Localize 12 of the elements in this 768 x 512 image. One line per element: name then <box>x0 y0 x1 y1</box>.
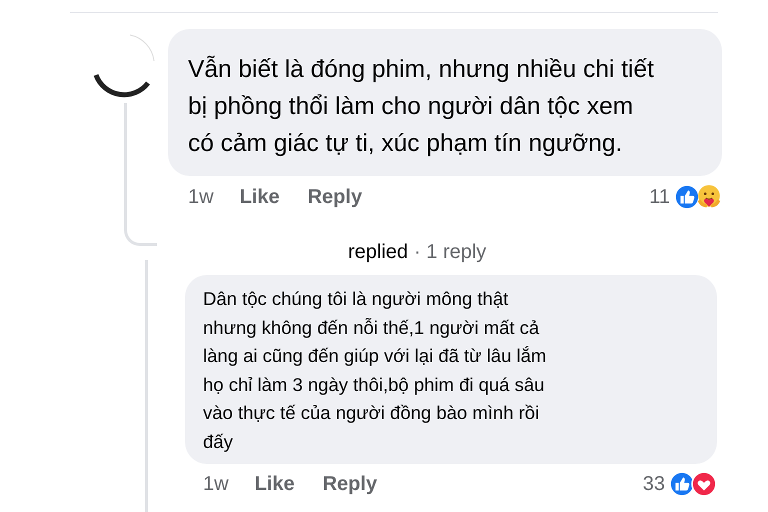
comment-text: Vẫn biết là đóng phim, nhưng nhiều chi tiết bị phồng thổi làm cho người dân tộc xem có cảm giác tự ti, xúc phạm tín ngưỡng. <box>188 54 655 159</box>
timestamp: 1w <box>203 472 229 496</box>
action-link[interactable]: Like <box>240 186 280 208</box>
replied-label: replied <box>348 240 408 264</box>
comment-text: Dân tộc chúng tôi là người mông thật nhưng không đến nỗi thế,1 người mất cả làng ai cũng đến giúp với lại đã từ lâu lắm họ chỉ làm 3 ngày thôi,bộ phim đi quá sâu vào thực tế của người đồng bào mình rồi đấy <box>203 287 548 454</box>
action-link[interactable]: Reply <box>308 186 362 208</box>
reaction-count[interactable]: 33 <box>642 472 665 496</box>
replies-link[interactable]: · 1 reply <box>414 240 486 264</box>
action-link[interactable]: Reply <box>322 472 378 496</box>
timestamp: 1w <box>188 186 214 208</box>
reaction-count[interactable]: 11 <box>649 186 670 208</box>
action-link[interactable]: Like <box>254 472 295 496</box>
